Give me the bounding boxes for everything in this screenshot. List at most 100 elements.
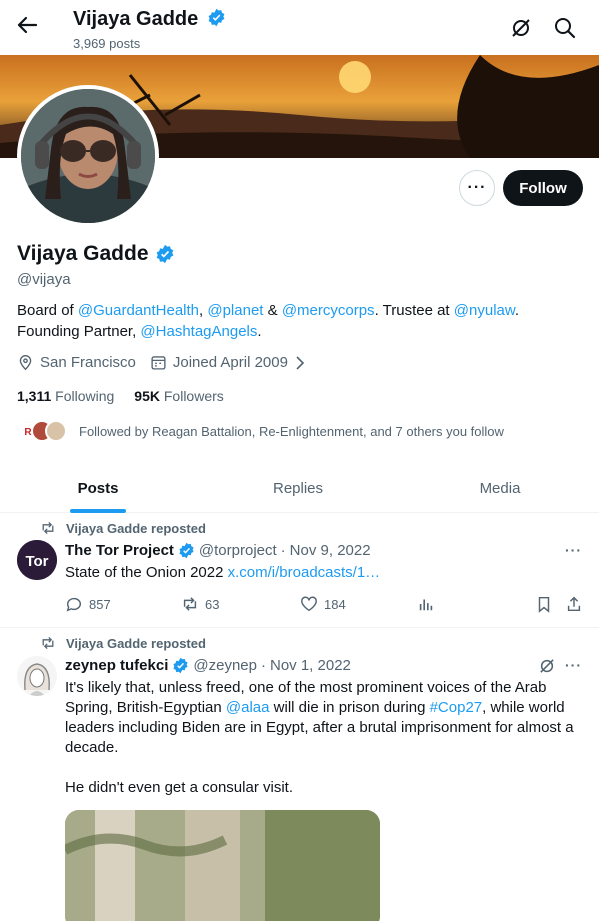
tor-logo-text: Tor <box>25 553 48 570</box>
repost-icon <box>42 521 54 535</box>
post-actions: 857 63 184 <box>65 595 585 617</box>
followers-link[interactable]: 95K Followers <box>134 388 223 404</box>
reply-button[interactable]: 857 <box>65 595 111 613</box>
post-more-button[interactable]: ··· <box>565 657 582 673</box>
bio-mention-link[interactable]: @mercycorps <box>282 302 375 319</box>
search-icon[interactable] <box>552 15 578 41</box>
profile-joined-date: Joined April 2009 <box>172 354 288 371</box>
repost-icon <box>42 636 54 650</box>
bookmark-icon <box>538 596 550 613</box>
follow-stats: 1,311 Following 95K Followers <box>17 388 224 404</box>
tab-label: Replies <box>272 479 324 497</box>
bio-text: & <box>263 302 282 319</box>
post-text: It's likely that, unless freed, one of t… <box>65 678 580 758</box>
verified-badge-icon <box>179 542 194 559</box>
profile-name: Vijaya Gadde <box>17 242 175 266</box>
bio-mention-link[interactable]: @GuardantHealth <box>78 302 199 319</box>
post-handle[interactable]: @zeynep <box>193 657 257 674</box>
follow-label: Follow <box>519 179 567 197</box>
more-options-label: ··· <box>467 179 487 196</box>
following-link[interactable]: 1,311 Following <box>17 388 114 404</box>
repost-count: 63 <box>205 596 220 612</box>
verified-badge-icon <box>156 244 173 264</box>
profile-tabs: Posts Replies Media <box>0 463 599 513</box>
following-count: 1,311 <box>17 388 52 404</box>
followed-by-text: Followed by Reagan Battalion, Re-Enlight… <box>79 423 504 439</box>
calendar-icon <box>151 356 166 370</box>
header-post-count: 3,969 posts <box>73 36 141 51</box>
post-avatar[interactable] <box>17 656 57 696</box>
post-text: State of the Onion 2022 x.com/i/broadcas… <box>65 563 580 583</box>
tab-label: Posts <box>77 479 119 497</box>
post-author[interactable]: zeynep tufekci <box>65 657 168 674</box>
post-link[interactable]: x.com/i/broadcasts/1… <box>228 564 381 581</box>
follow-button[interactable]: Follow <box>503 170 583 206</box>
post-author[interactable]: The Tor Project <box>65 542 174 559</box>
follower-avatar <box>45 420 67 442</box>
share-icon <box>567 596 581 612</box>
post-body: State of the Onion 2022 <box>65 564 228 581</box>
post-separator: · <box>260 657 266 674</box>
post-header: zeynep tufekci @zeynep · Nov 1, 2022 <box>65 657 351 674</box>
heart-icon <box>301 596 317 612</box>
grok-icon[interactable] <box>508 15 534 41</box>
views-chart-icon <box>419 599 433 611</box>
reply-icon <box>66 597 81 612</box>
post-separator: · <box>280 542 286 559</box>
post-handle[interactable]: @torproject <box>199 542 277 559</box>
header-title: Vijaya Gadde <box>73 8 226 31</box>
profile-meta: San Francisco Joined April 2009 <box>17 354 314 371</box>
post-hashtag-link[interactable]: #Cop27 <box>430 699 483 716</box>
profile-name-text: Vijaya Gadde <box>17 242 149 265</box>
profile-bio: Board of @GuardantHealth, @planet & @mer… <box>17 300 577 342</box>
post-more-button[interactable]: ··· <box>565 542 582 558</box>
share-button[interactable] <box>565 595 583 613</box>
post-mention-link[interactable]: @alaa <box>226 699 270 716</box>
profile-avatar[interactable] <box>17 85 159 227</box>
profile-location: San Francisco <box>40 354 136 371</box>
post-avatar[interactable]: Tor <box>17 540 57 580</box>
tab-media[interactable]: Media <box>452 463 548 513</box>
post-date[interactable]: Nov 9, 2022 <box>290 542 371 559</box>
chevron-right-icon[interactable] <box>292 355 308 371</box>
post-text-second: He didn't even get a consular visit. <box>65 778 580 798</box>
tab-replies[interactable]: Replies <box>250 463 346 513</box>
tab-posts[interactable]: Posts <box>50 463 146 513</box>
like-count: 184 <box>324 596 346 612</box>
tab-label: Media <box>479 479 521 497</box>
bio-mention-link[interactable]: @nyulaw <box>454 302 515 319</box>
back-arrow-icon[interactable] <box>12 10 42 40</box>
location-icon <box>19 355 32 371</box>
bio-text: . <box>514 302 520 319</box>
verified-badge-icon <box>173 657 188 674</box>
bio-text: . <box>257 323 262 340</box>
repost-text: Vijaya Gadde reposted <box>66 520 206 536</box>
repost-text: Vijaya Gadde reposted <box>66 635 206 651</box>
post-date[interactable]: Nov 1, 2022 <box>270 657 351 674</box>
bio-text: Founding Partner, <box>17 323 141 340</box>
bio-mention-link[interactable]: @HashtagAngels <box>140 323 257 340</box>
header-name: Vijaya Gadde <box>73 8 199 30</box>
bio-text: . Trustee at <box>374 302 454 319</box>
following-label: Following <box>55 388 115 404</box>
repost-button[interactable]: 63 <box>181 595 219 613</box>
post-media-image[interactable] <box>65 810 380 921</box>
followers-label: Followers <box>163 388 224 404</box>
post-divider <box>0 627 599 628</box>
bookmark-button[interactable] <box>535 595 553 613</box>
post-body: will die in prison during <box>269 699 430 716</box>
top-bar: Vijaya Gadde 3,969 posts <box>0 0 599 55</box>
post-body: He didn't even get a consular visit. <box>65 779 293 796</box>
more-options-button[interactable]: ··· <box>459 170 495 206</box>
profile-handle: @vijaya <box>17 271 71 288</box>
reply-count: 857 <box>89 596 111 612</box>
post-header: The Tor Project @torproject · Nov 9, 202… <box>65 542 371 559</box>
bio-mention-link[interactable]: @planet <box>207 302 263 319</box>
followed-by[interactable]: R Followed by Reagan Battalion, Re-Enlig… <box>17 417 504 445</box>
views-button[interactable] <box>417 595 435 613</box>
like-button[interactable]: 184 <box>300 595 346 613</box>
repost-indicator: Vijaya Gadde reposted <box>40 520 206 536</box>
followers-count: 95K <box>134 388 160 404</box>
verified-badge-icon <box>208 8 225 27</box>
active-tab-indicator <box>70 509 126 513</box>
